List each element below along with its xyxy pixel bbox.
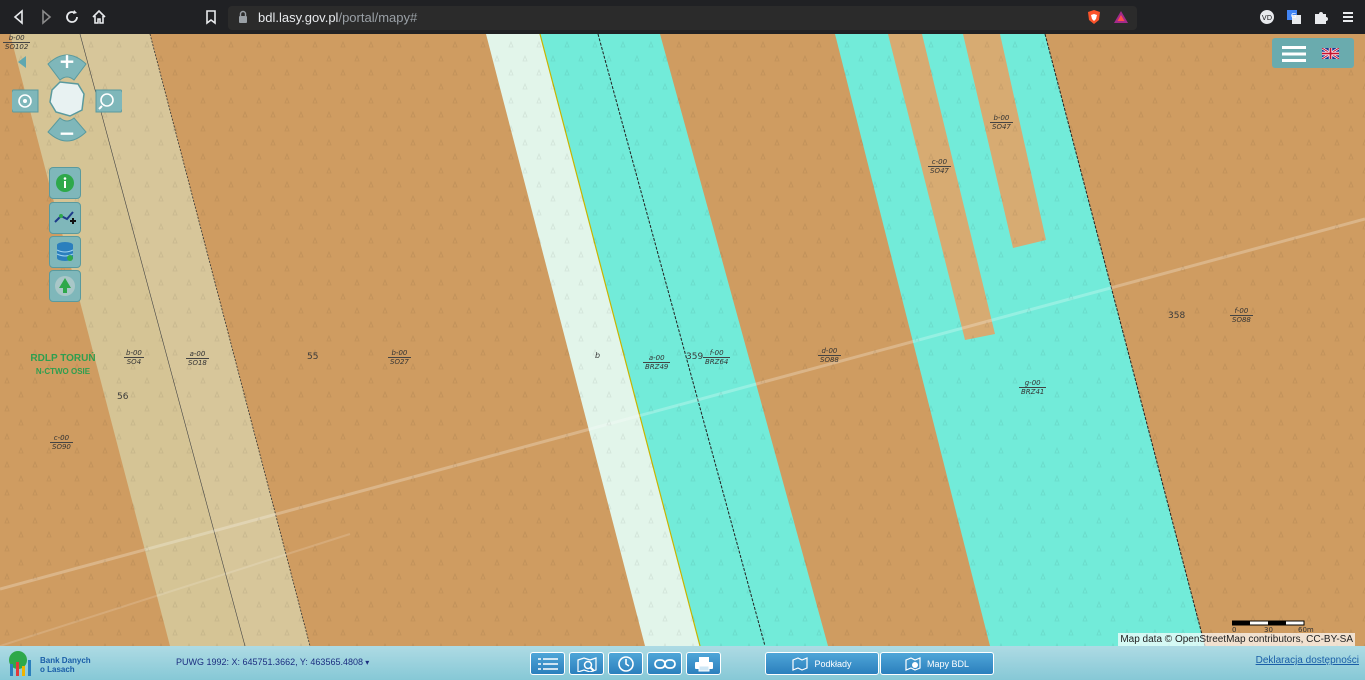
brave-rewards-icon[interactable] bbox=[1113, 9, 1129, 25]
stand-label: b-00 SO102 bbox=[3, 34, 31, 51]
main-menu-box bbox=[1272, 38, 1354, 68]
bottom-toolbar: Bank Danych o Lasach PUWG 1992: X: 64575… bbox=[0, 646, 1365, 680]
compartment-number: 55 bbox=[307, 352, 319, 362]
map-attribution[interactable]: Map data © OpenStreetMap contributors, C… bbox=[1118, 633, 1355, 646]
translate-icon[interactable]: G bbox=[1286, 9, 1302, 25]
compartment-number: 358 bbox=[1168, 311, 1186, 321]
url-text: bdl.lasy.gov.pl/portal/mapy# bbox=[258, 10, 418, 25]
svg-text:VD: VD bbox=[1262, 14, 1272, 22]
stand-label: c-00 SO47 bbox=[928, 158, 951, 175]
stand-label: f-00 SO88 bbox=[1230, 307, 1253, 324]
map-layer bbox=[0, 34, 1365, 646]
lock-icon bbox=[239, 10, 247, 23]
forest-map[interactable]: RDLP TORUŃ N-CTWO OSIE 55 56 359 358 b b… bbox=[0, 34, 1365, 646]
measure-icon[interactable] bbox=[49, 202, 81, 234]
sub-letter: b bbox=[595, 351, 601, 360]
menu-icon[interactable] bbox=[1340, 9, 1356, 25]
minus-icon[interactable]: − bbox=[58, 123, 76, 143]
stand-label: g-00 BRZ41 bbox=[1019, 379, 1047, 396]
uk-flag-icon[interactable] bbox=[1322, 48, 1339, 59]
link-icon[interactable] bbox=[647, 652, 682, 675]
bdl-tree-logo-icon bbox=[9, 651, 31, 676]
pan-left-icon bbox=[18, 56, 26, 68]
database-icon[interactable] bbox=[49, 236, 81, 268]
hamburger-icon[interactable] bbox=[1282, 46, 1306, 62]
scale-bar: 0 30 60m bbox=[1232, 620, 1322, 634]
brave-shield-icon[interactable] bbox=[1086, 9, 1102, 25]
stand-label: d-00 SO88 bbox=[818, 347, 841, 364]
logo-text: Bank Danych o Lasach bbox=[40, 656, 91, 674]
plus-icon[interactable]: + bbox=[58, 51, 76, 71]
reload-icon[interactable] bbox=[63, 8, 81, 26]
compartment-number: 56 bbox=[117, 392, 129, 402]
legend-icon[interactable] bbox=[530, 652, 565, 675]
accessibility-link[interactable]: Deklaracja dostępności bbox=[1256, 655, 1359, 666]
history-icon[interactable] bbox=[608, 652, 643, 675]
stand-label: a-00 BRZ49 bbox=[643, 354, 671, 371]
forward-icon[interactable] bbox=[37, 8, 55, 26]
puzzle-icon[interactable] bbox=[1313, 9, 1329, 25]
stand-label: b-00 SO4 bbox=[124, 349, 144, 366]
region-label: RDLP TORUŃ N-CTWO OSIE bbox=[30, 353, 96, 376]
basemaps-button[interactable]: Podkłady bbox=[765, 652, 879, 675]
basemaps-label: Podkłady bbox=[814, 658, 852, 669]
address-bar[interactable]: bdl.lasy.gov.pl/portal/mapy# bbox=[228, 6, 1137, 30]
stand-label: a-00 SO18 bbox=[186, 350, 209, 367]
stand-label: c-00 SO90 bbox=[50, 434, 73, 451]
svg-text:G: G bbox=[1291, 12, 1296, 20]
bdl-logo[interactable]: Bank Danych o Lasach bbox=[6, 650, 101, 678]
info-icon[interactable] bbox=[49, 167, 81, 199]
basemap-icon bbox=[792, 656, 809, 671]
vpn-icon[interactable]: VD bbox=[1259, 9, 1275, 25]
map-navigation-control: + − bbox=[9, 50, 125, 150]
zoom-search-icon[interactable] bbox=[98, 92, 116, 110]
back-icon[interactable] bbox=[10, 8, 28, 26]
print-icon[interactable] bbox=[686, 652, 721, 675]
bdl-maps-icon bbox=[905, 656, 921, 671]
tree-icon[interactable] bbox=[49, 270, 81, 302]
stand-label: b-00 SO47 bbox=[990, 114, 1013, 131]
poland-extent-icon[interactable] bbox=[50, 82, 84, 116]
home-icon[interactable] bbox=[90, 8, 108, 26]
bookmark-icon[interactable] bbox=[202, 8, 220, 26]
coordinates-readout[interactable]: PUWG 1992: X: 645751.3662, Y: 463565.480… bbox=[176, 657, 369, 667]
search-icon[interactable] bbox=[569, 652, 604, 675]
compartment-number: 359 bbox=[686, 352, 704, 362]
bdl-maps-button[interactable]: Mapy BDL bbox=[880, 652, 994, 675]
locate-icon[interactable] bbox=[16, 92, 34, 110]
bdl-maps-label: Mapy BDL bbox=[926, 658, 970, 669]
stand-label: b-00 SO27 bbox=[388, 349, 411, 366]
browser-toolbar: bdl.lasy.gov.pl/portal/mapy# VD G bbox=[0, 0, 1365, 34]
browser-window: bdl.lasy.gov.pl/portal/mapy# VD G RDLP T… bbox=[0, 0, 1365, 680]
stand-label: f-00 BRZ64 bbox=[703, 349, 731, 366]
